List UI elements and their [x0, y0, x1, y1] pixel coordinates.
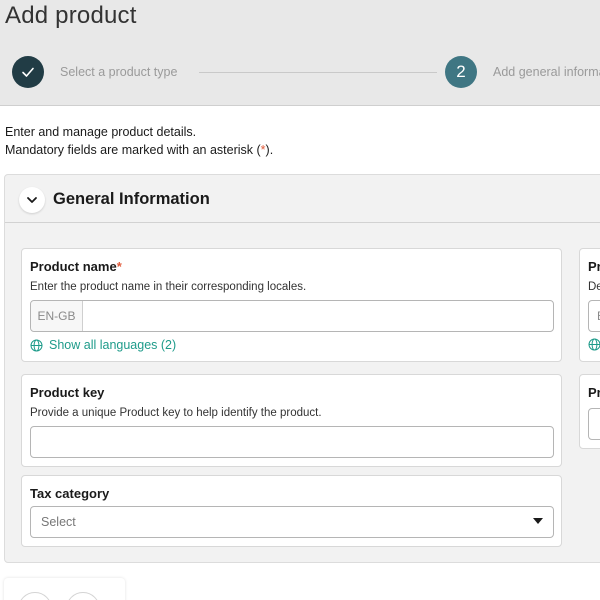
right-card-2-label: Pr: [588, 385, 600, 400]
step-1-label: Select a product type: [60, 65, 178, 79]
product-name-label-text: Product name: [30, 259, 117, 274]
product-key-card: Product key Provide a unique Product key…: [21, 374, 562, 467]
chevron-down-icon: [27, 197, 37, 203]
product-name-input[interactable]: EN-GB: [30, 300, 554, 332]
caret-down-icon: [533, 518, 543, 524]
globe-icon: [30, 339, 43, 352]
product-key-label: Product key: [30, 385, 105, 400]
footer-button-1[interactable]: [18, 592, 52, 600]
required-asterisk: *: [116, 259, 122, 274]
page-title: Add product: [5, 2, 137, 29]
product-key-description: Provide a unique Product key to help ide…: [30, 407, 322, 419]
general-information-section: General Information Product name* Enter …: [4, 174, 600, 563]
section-title: General Information: [53, 190, 210, 208]
tax-category-card: Tax category Select: [21, 475, 562, 547]
intro-line-2-end: ).: [265, 143, 274, 157]
tax-category-placeholder: Select: [41, 515, 76, 529]
step-1-completed-indicator: [12, 56, 44, 88]
product-name-label: Product name*: [30, 259, 122, 274]
right-column-card-1: Pr De E: [579, 248, 600, 362]
intro-line-1: Enter and manage product details.: [5, 125, 197, 139]
show-all-languages-link[interactable]: Show all languages (2): [30, 338, 176, 352]
tax-category-label: Tax category: [30, 486, 110, 501]
right-card-1-description: De: [588, 281, 600, 293]
intro-line-2: Mandatory fields are marked with an aste…: [5, 141, 273, 159]
check-icon: [22, 67, 34, 77]
right-card-2-input[interactable]: [588, 408, 600, 440]
product-name-description: Enter the product name in their correspo…: [30, 281, 307, 293]
section-header: General Information: [5, 175, 600, 223]
right-card-1-label: Pr: [588, 259, 600, 274]
step-2-indicator: 2: [445, 56, 477, 88]
step-2-number: 2: [456, 62, 466, 81]
page-header: Add product Select a product type 2 Add …: [0, 0, 600, 106]
right-card-1-input[interactable]: E: [588, 300, 600, 332]
tax-category-select[interactable]: Select: [30, 506, 554, 538]
intro-line-2-text: Mandatory fields are marked with an aste…: [5, 143, 261, 157]
stepper-connector: [199, 72, 437, 73]
collapse-section-button[interactable]: [19, 187, 45, 213]
product-key-input[interactable]: [30, 426, 554, 458]
show-all-languages-text: Show all languages (2): [49, 338, 177, 352]
footer-button-2[interactable]: [66, 592, 100, 600]
right-column-card-2: Pr: [579, 374, 600, 449]
intro-text: Enter and manage product details. Mandat…: [5, 123, 273, 159]
globe-icon: [588, 338, 600, 356]
locale-tag: EN-GB: [31, 301, 83, 331]
footer-actions: [4, 578, 125, 600]
product-name-card: Product name* Enter the product name in …: [21, 248, 562, 362]
step-2-label: Add general information: [493, 65, 600, 79]
